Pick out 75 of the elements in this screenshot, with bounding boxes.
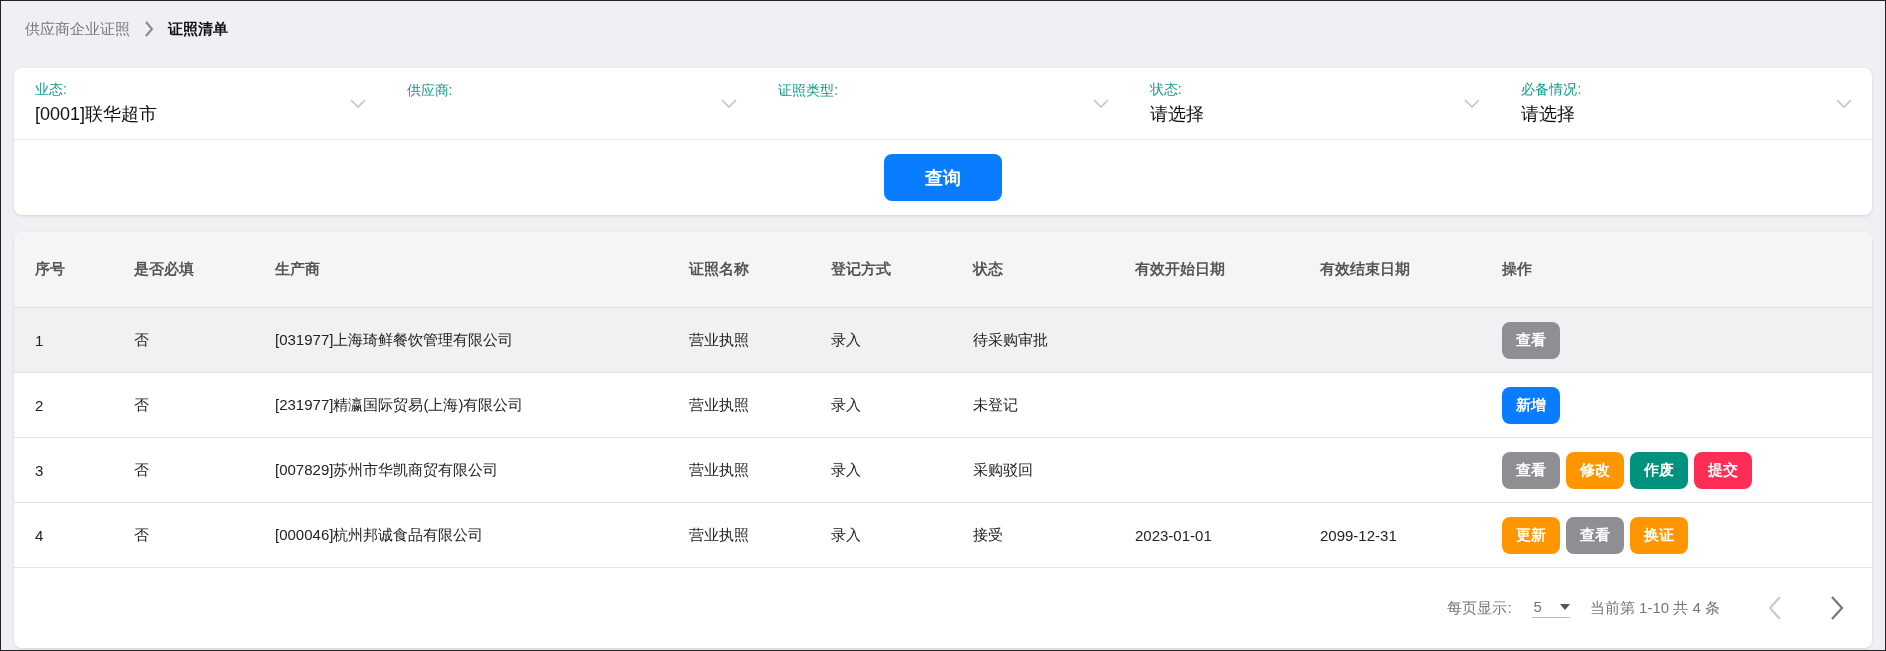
action-button[interactable]: 查看	[1502, 321, 1560, 359]
field-label: 供应商:	[406, 82, 454, 100]
page-range-text: 当前第 1-10 共 4 条	[1589, 598, 1720, 618]
table-row[interactable]: 4 否 [000046]杭州邦诚食品有限公司 营业执照 录入 接受 2023-01-01 2099-12-31 更新 查看 换证	[14, 503, 1872, 568]
table-row[interactable]: 1 否 [031977]上海琦鲜餐饮管理有限公司 营业执照 录入 待采购审批 查看	[14, 308, 1872, 373]
table-cell: 否	[134, 330, 149, 348]
table-cell: 录入	[831, 525, 861, 543]
chevron-right-icon	[144, 21, 154, 37]
table-cell: 未登记	[973, 395, 1018, 413]
table-cell: 营业执照	[689, 460, 749, 478]
table-cell: 营业执照	[689, 525, 749, 543]
column-header: 登记方式	[831, 260, 891, 277]
next-page-icon[interactable]	[1830, 595, 1844, 621]
chevron-down-icon	[1464, 98, 1481, 109]
chevron-down-icon	[721, 98, 738, 109]
page-size-select[interactable]: 5	[1531, 598, 1570, 618]
page-size-label: 每页显示:	[1447, 598, 1512, 618]
table-cell: 1	[35, 331, 44, 349]
field-label: 必备情况:	[1521, 81, 1583, 99]
table-cell: 3	[35, 461, 44, 479]
select-field[interactable]: 状态: 请选择	[1128, 68, 1501, 139]
table-cell: 2023-01-01	[1135, 526, 1212, 544]
action-button[interactable]: 查看	[1566, 516, 1624, 554]
breadcrumb-item[interactable]: 供应商企业证照	[25, 19, 130, 39]
field-label: 业态:	[35, 81, 68, 99]
chevron-down-icon	[1836, 98, 1852, 109]
select-field[interactable]: 证照类型:	[757, 68, 1129, 139]
table-cell: 否	[134, 525, 149, 543]
table-cell: [031977]上海琦鲜餐饮管理有限公司	[275, 330, 514, 348]
table-cell: [007829]苏州市华凯商贸有限公司	[275, 460, 499, 478]
breadcrumb-item: 证照清单	[168, 19, 228, 39]
column-header: 有效开始日期	[1135, 260, 1225, 277]
action-button[interactable]: 作废	[1630, 451, 1688, 489]
field-value: 请选择	[1149, 104, 1204, 124]
table-cell: 采购驳回	[973, 460, 1033, 478]
action-button[interactable]: 查看	[1502, 451, 1560, 489]
table-cell: 否	[134, 460, 149, 478]
action-button[interactable]: 提交	[1694, 451, 1752, 489]
caret-icon	[1559, 603, 1570, 610]
table-cell: 营业执照	[689, 330, 749, 348]
field-value: 请选择	[1521, 104, 1576, 124]
column-header: 生产商	[275, 260, 320, 277]
column-header: 是否必填	[134, 260, 194, 277]
table-cell: 录入	[831, 460, 861, 478]
table-cell: 营业执照	[689, 395, 749, 413]
column-header: 操作	[1502, 260, 1532, 277]
table-row[interactable]: 3 否 [007829]苏州市华凯商贸有限公司 营业执照 录入 采购驳回 查看 修改 作废 提交	[14, 438, 1872, 503]
table-cell: 4	[35, 526, 44, 544]
field-value: [0001]联华超市	[35, 104, 158, 124]
field-label: 证照类型:	[778, 82, 840, 100]
select-field[interactable]: 必备情况: 请选择	[1500, 68, 1872, 139]
select-field[interactable]: 供应商:	[385, 68, 758, 139]
chevron-down-icon	[1092, 98, 1109, 109]
action-button[interactable]: 换证	[1630, 516, 1688, 554]
table-cell: 2	[35, 396, 44, 414]
action-button[interactable]: 更新	[1502, 516, 1560, 554]
table-cell: 接受	[973, 525, 1003, 543]
select-field[interactable]: 业态: [0001]联华超市	[14, 68, 386, 139]
table-cell: [000046]杭州邦诚食品有限公司	[275, 525, 484, 543]
table-cell: 待采购审批	[973, 330, 1048, 348]
table-cell: 2099-12-31	[1320, 526, 1397, 544]
query-button[interactable]: 查询	[884, 154, 1002, 201]
action-button[interactable]: 新增	[1502, 386, 1560, 424]
table-cell: 否	[134, 395, 149, 413]
column-header: 证照名称	[689, 260, 749, 277]
table-row[interactable]: 2 否 [231977]精瀛国际贸易(上海)有限公司 营业执照 录入 未登记 新增	[14, 373, 1872, 438]
column-header: 状态	[973, 260, 1003, 277]
chevron-down-icon	[349, 98, 366, 109]
column-header: 有效结束日期	[1320, 260, 1410, 277]
table-cell: [231977]精瀛国际贸易(上海)有限公司	[275, 395, 524, 413]
table-cell: 录入	[831, 330, 861, 348]
column-header: 序号	[35, 260, 65, 277]
action-button[interactable]: 修改	[1566, 451, 1624, 489]
table-cell: 录入	[831, 395, 861, 413]
field-label: 状态:	[1149, 81, 1183, 99]
